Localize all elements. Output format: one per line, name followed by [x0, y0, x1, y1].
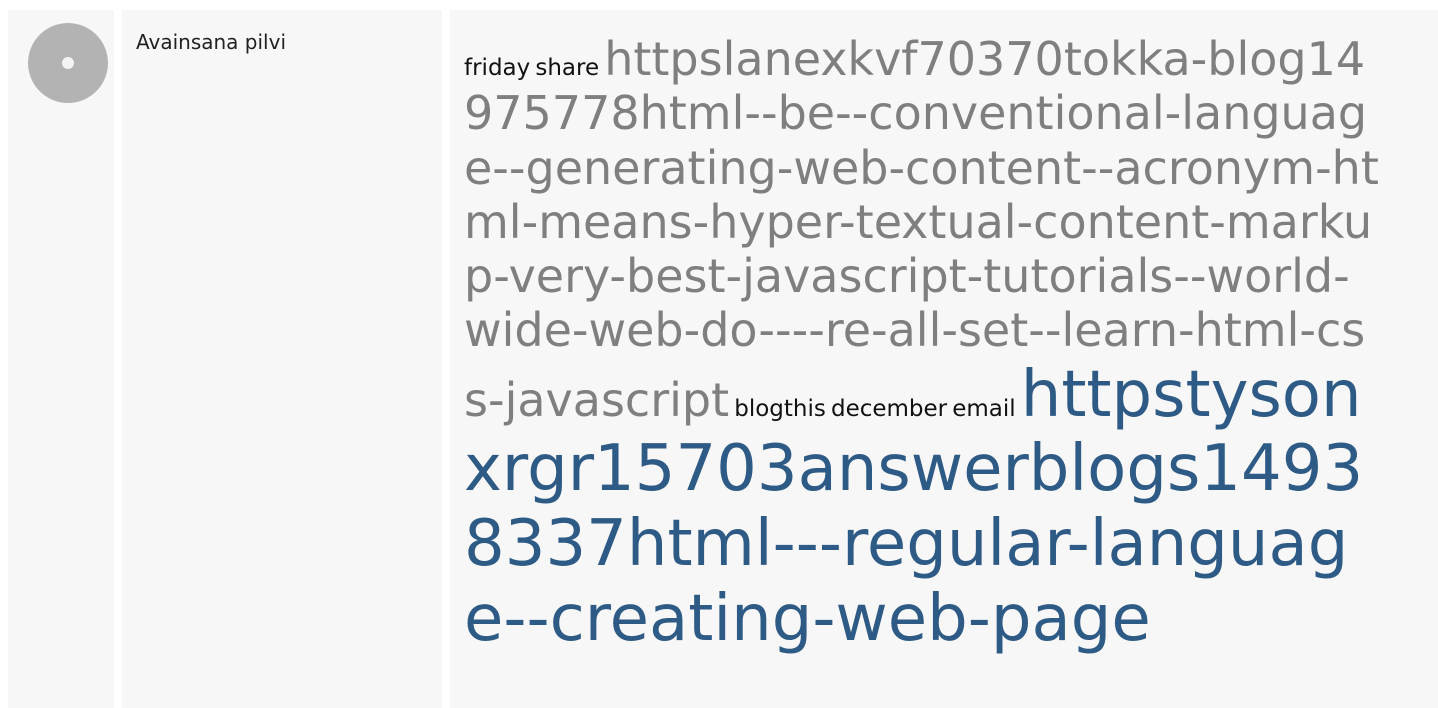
keyword-link[interactable]: december — [831, 396, 947, 422]
keyword-cloud: friday share httpslanexkvf70370tokka-blo… — [464, 32, 1384, 657]
keyword-cloud-panel: friday share httpslanexkvf70370tokka-blo… — [450, 10, 1438, 708]
keyword-link[interactable]: blogthis — [734, 396, 826, 422]
keyword-link[interactable]: share — [535, 55, 599, 81]
icon-column — [8, 10, 114, 708]
cd-disc-icon — [28, 23, 108, 103]
keyword-link[interactable]: email — [952, 396, 1015, 422]
disc-center — [62, 57, 74, 69]
label-column: Avainsana pilvi — [122, 10, 442, 708]
section-title: Avainsana pilvi — [136, 30, 286, 54]
keyword-link[interactable]: friday — [464, 55, 530, 81]
